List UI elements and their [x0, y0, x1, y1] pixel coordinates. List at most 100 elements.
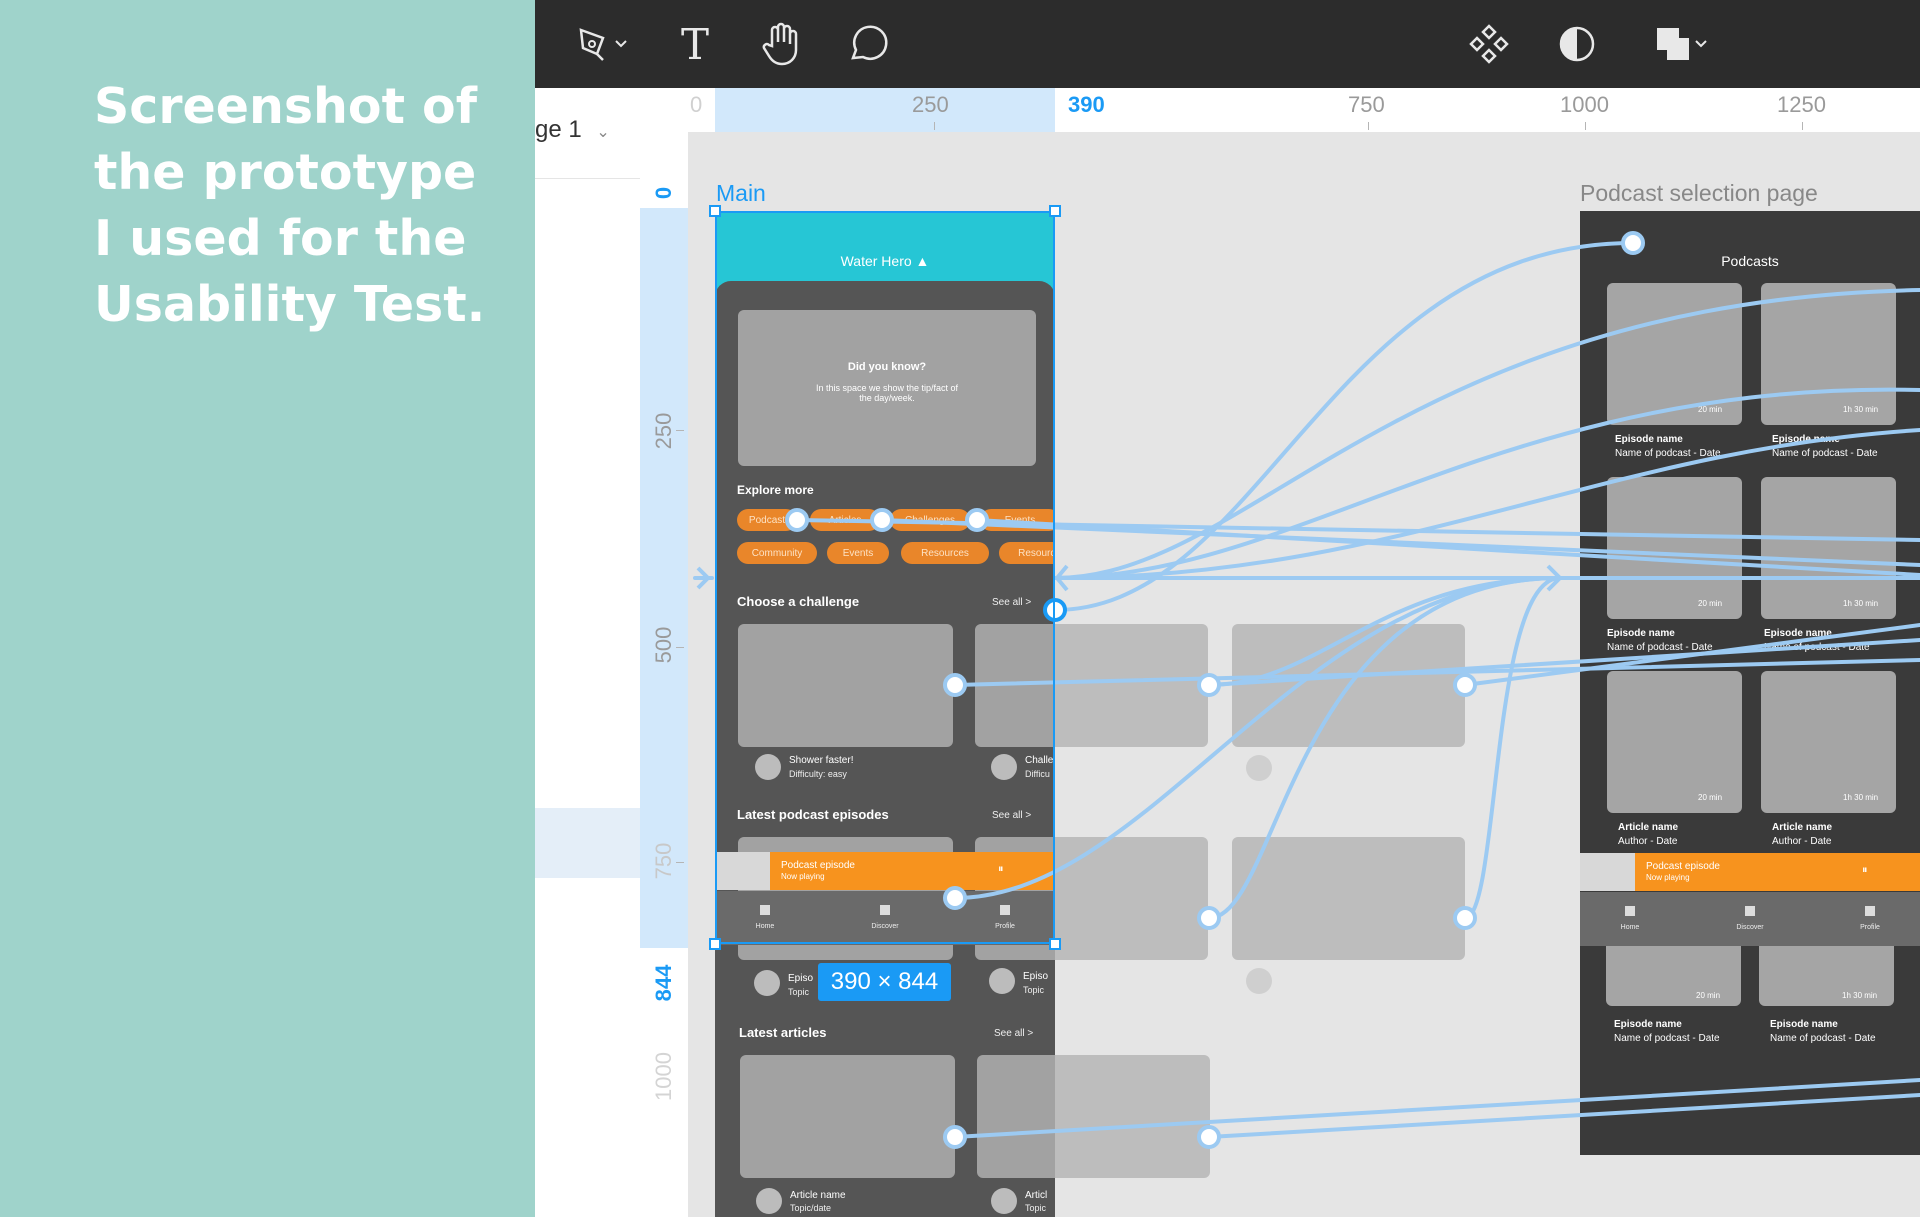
resize-handle-sw[interactable] — [709, 938, 721, 950]
podcast-card[interactable] — [1761, 283, 1896, 425]
episode-subtitle: Topic — [788, 987, 810, 997]
overflow-card — [1232, 624, 1465, 747]
comment-tool-icon — [851, 25, 888, 60]
component-button[interactable] — [1461, 16, 1517, 72]
hand-tool-button[interactable] — [753, 16, 809, 72]
layer-row-selected[interactable] — [535, 808, 640, 878]
article-card[interactable] — [977, 1055, 1055, 1178]
duration-label: 1h 30 min — [1843, 599, 1879, 608]
resize-handle-nw[interactable] — [709, 205, 721, 217]
podcast-card[interactable] — [1607, 477, 1742, 619]
horizontal-ruler-selection — [715, 88, 1055, 132]
podcast-selection-frame[interactable]: Podcasts 20 min 1h 30 min Episode name N… — [1580, 211, 1920, 1155]
see-all-link[interactable]: See all > — [994, 1028, 1033, 1039]
card-subtitle: Name of podcast - Date — [1614, 1033, 1720, 1044]
nav-home[interactable]: Home — [1600, 906, 1660, 931]
latest-articles-heading: Latest articles — [739, 1025, 827, 1040]
hand-tool-icon — [762, 22, 798, 66]
connection-line — [1463, 576, 1562, 920]
component-icon — [1469, 24, 1509, 64]
overflow-card — [1232, 837, 1465, 960]
boolean-ops-icon — [1657, 28, 1689, 60]
article-title: Articl — [1025, 1190, 1048, 1201]
ruler-tick — [1585, 122, 1586, 130]
now-playing-bar[interactable] — [1635, 853, 1920, 891]
pause-icon[interactable]: ⏸ — [1862, 864, 1868, 877]
duration-label: 20 min — [1698, 793, 1723, 802]
vruler-label-500: 500 — [651, 626, 676, 664]
card-title: Episode name — [1772, 434, 1840, 445]
duration-label: 1h 30 min — [1842, 991, 1878, 1000]
podcast-card[interactable] — [1761, 477, 1896, 619]
resize-handle-ne[interactable] — [1049, 205, 1061, 217]
selection-box[interactable] — [715, 211, 1055, 944]
ruler-tick — [676, 862, 684, 863]
card-title: Episode name — [1607, 628, 1675, 639]
ruler-label-390: 390 — [1068, 92, 1105, 117]
card-subtitle: Name of podcast - Date — [1764, 642, 1870, 653]
pen-tool-icon — [579, 28, 605, 61]
overflow-card — [1055, 624, 1208, 747]
card-subtitle: Name of podcast - Date — [1615, 448, 1721, 459]
contrast-icon — [1559, 26, 1595, 62]
player-title: Podcast episode — [1646, 861, 1720, 872]
layers-panel — [535, 88, 640, 1217]
article-card[interactable] — [1607, 671, 1742, 813]
nav-discover-label: Discover — [1736, 924, 1764, 931]
duration-label: 1h 30 min — [1843, 405, 1879, 414]
avatar — [754, 970, 780, 996]
article-card[interactable] — [1761, 671, 1896, 813]
discover-icon — [1745, 906, 1755, 916]
card-title: Episode name — [1615, 434, 1683, 445]
article-subtitle: Topic — [1025, 1203, 1047, 1213]
text-tool-icon: T — [680, 19, 709, 69]
overflow-card — [1055, 837, 1208, 960]
duration-label: 20 min — [1698, 405, 1723, 414]
episode-title: Episo — [788, 973, 814, 984]
article-subtitle: Topic/date — [790, 1203, 832, 1213]
article-card[interactable] — [740, 1055, 955, 1178]
contrast-button[interactable] — [1549, 16, 1605, 72]
frame-title-main[interactable]: Main — [716, 180, 766, 207]
boolean-ops-button[interactable] — [1641, 16, 1721, 72]
avatar — [989, 968, 1015, 994]
pen-tool-button[interactable] — [561, 16, 641, 72]
podcasts-header: Podcasts — [1721, 253, 1779, 269]
vruler-label-750: 750 — [651, 842, 676, 880]
vruler-label-844: 844 — [651, 964, 676, 1002]
ruler-tick — [1802, 122, 1803, 130]
resize-handle-se[interactable] — [1049, 938, 1061, 950]
duration-label: 20 min — [1698, 599, 1723, 608]
vertical-ruler-selection — [640, 208, 688, 948]
caption-text: Screenshot of the prototype I used for t… — [94, 78, 486, 333]
nav-profile-label: Profile — [1860, 924, 1880, 931]
nav-home-label: Home — [1620, 924, 1640, 931]
vruler-label-1000: 1000 — [651, 1052, 676, 1101]
chevron-down-icon — [1695, 40, 1707, 48]
card-title: Episode name — [1614, 1019, 1682, 1030]
overflow-avatar — [1246, 755, 1272, 781]
podcast-card[interactable] — [1607, 283, 1742, 425]
arrow-icon — [1546, 564, 1563, 592]
arrow-icon — [1054, 564, 1069, 592]
toolbar: T — [535, 0, 1920, 88]
ruler-label-250: 250 — [912, 92, 949, 117]
page-selector[interactable]: ge 1 ⌄ — [535, 116, 610, 144]
home-icon — [1625, 906, 1635, 916]
nav-discover[interactable]: Discover — [1720, 906, 1780, 931]
podcast-card[interactable] — [1606, 946, 1741, 1006]
duration-label: 1h 30 min — [1843, 793, 1879, 802]
avatar — [756, 1188, 782, 1214]
ruler-tick — [676, 430, 684, 431]
frame-title-podcast[interactable]: Podcast selection page — [1580, 180, 1818, 207]
card-title: Episode name — [1770, 1019, 1838, 1030]
ruler-label-0: 0 — [690, 92, 703, 117]
overflow-avatar — [1246, 968, 1272, 994]
text-tool-button[interactable]: T — [667, 16, 723, 72]
nav-profile[interactable]: Profile — [1840, 906, 1900, 931]
vruler-label-0: 0 — [651, 186, 676, 200]
comment-tool-button[interactable] — [839, 16, 895, 72]
profile-icon — [1865, 906, 1875, 916]
avatar — [991, 1188, 1017, 1214]
ruler-label-1000: 1000 — [1560, 92, 1609, 117]
